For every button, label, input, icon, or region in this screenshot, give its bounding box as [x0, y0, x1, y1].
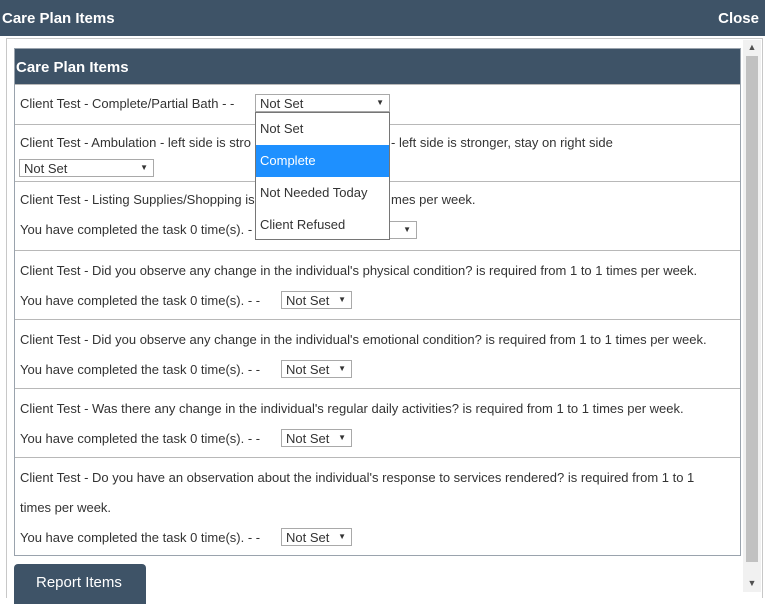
- chevron-down-icon: ▼: [376, 98, 384, 107]
- status-select-value: Not Set: [24, 161, 68, 176]
- chevron-down-icon: ▼: [140, 163, 148, 172]
- status-select[interactable]: Not Set ▼: [19, 159, 154, 177]
- scroll-up-arrow-icon[interactable]: ▲: [743, 40, 761, 54]
- chevron-down-icon: ▼: [338, 532, 346, 541]
- care-item-row: Client Test - Did you observe any change…: [15, 250, 740, 319]
- care-item-text-continued: - left side is stronger, stay on right s…: [391, 135, 613, 150]
- care-item-text-continued: mes per week.: [391, 192, 476, 207]
- report-items-label: Report Items: [36, 574, 122, 591]
- close-button[interactable]: Close: [718, 10, 759, 27]
- window-titlebar: Care Plan Items Close: [0, 0, 765, 36]
- completed-count-text: You have completed the task 0 time(s). -…: [20, 362, 261, 377]
- panel-header: Care Plan Items: [15, 49, 740, 84]
- care-item-text: Client Test - Did you observe any change…: [20, 263, 698, 278]
- chevron-down-icon: ▼: [338, 295, 346, 304]
- care-item-text-continued: times per week.: [20, 500, 112, 515]
- care-item-text: Client Test - Did you observe any change…: [20, 332, 707, 347]
- completed-count-text: You have completed the task 0 time(s). -…: [20, 431, 261, 446]
- vertical-scrollbar[interactable]: ▲ ▼: [743, 40, 761, 592]
- dropdown-option[interactable]: Not Set: [256, 113, 389, 145]
- status-select[interactable]: Not Set ▼: [281, 429, 352, 447]
- care-item-row: Client Test - Did you observe any change…: [15, 319, 740, 388]
- dropdown-option[interactable]: Not Needed Today: [256, 177, 389, 209]
- care-item-text: Client Test - Do you have an observation…: [20, 470, 695, 485]
- chevron-down-icon: ▼: [403, 225, 411, 234]
- completed-count-text: You have completed the task 0 time(s). -…: [20, 530, 261, 545]
- status-select[interactable]: Not Set ▼: [255, 94, 390, 112]
- status-select-value: Not Set: [286, 431, 330, 446]
- status-select-value: Not Set: [260, 96, 304, 111]
- care-item-text: Client Test - Was there any change in th…: [20, 401, 684, 416]
- status-select[interactable]: Not Set ▼: [281, 528, 352, 546]
- completed-count-text: You have completed the task 0 time(s). -: [20, 222, 253, 237]
- dropdown-option-highlighted[interactable]: Complete: [256, 145, 389, 177]
- chevron-down-icon: ▼: [338, 433, 346, 442]
- chevron-down-icon: ▼: [338, 364, 346, 373]
- care-item-text: Client Test - Listing Supplies/Shopping …: [20, 192, 255, 207]
- status-select[interactable]: Not Set ▼: [281, 360, 352, 378]
- window-title: Care Plan Items: [2, 10, 115, 27]
- status-select-value: Not Set: [286, 362, 330, 377]
- completed-count-text: You have completed the task 0 time(s). -…: [20, 293, 261, 308]
- status-dropdown-list[interactable]: Not Set Complete Not Needed Today Client…: [255, 112, 390, 240]
- status-select[interactable]: Not Set ▼: [281, 291, 352, 309]
- scroll-down-arrow-icon[interactable]: ▼: [743, 576, 761, 590]
- care-item-row: Client Test - Was there any change in th…: [15, 388, 740, 457]
- care-item-text: Client Test - Ambulation - left side is …: [20, 135, 251, 150]
- scroll-thumb[interactable]: [746, 56, 758, 562]
- care-item-text: Client Test - Complete/Partial Bath - -: [20, 96, 235, 111]
- panel-title: Care Plan Items: [16, 59, 129, 76]
- dropdown-option[interactable]: Client Refused: [256, 209, 389, 241]
- status-select-value: Not Set: [286, 530, 330, 545]
- care-item-row: Client Test - Do you have an observation…: [15, 457, 740, 556]
- status-select-value: Not Set: [286, 293, 330, 308]
- report-items-button[interactable]: Report Items: [14, 564, 146, 604]
